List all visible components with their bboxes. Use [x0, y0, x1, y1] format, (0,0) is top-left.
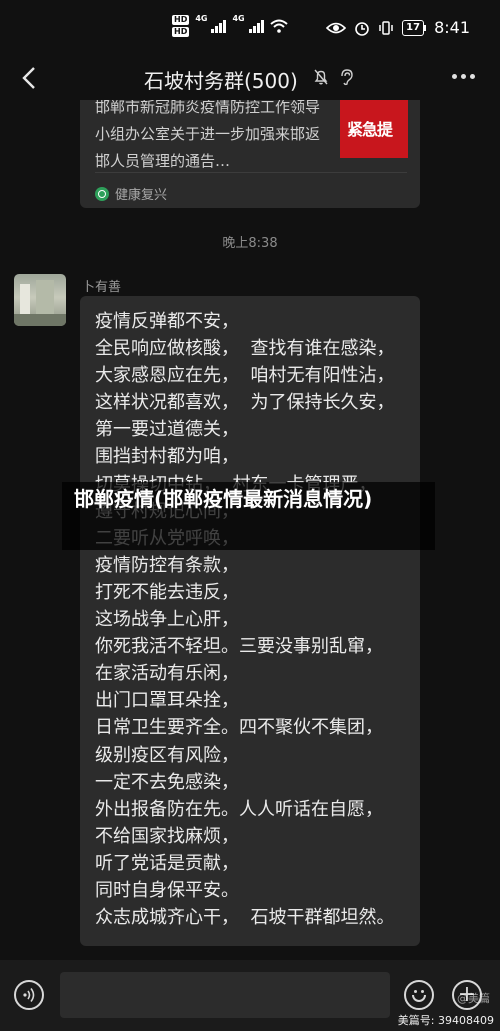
- card-divider: [95, 172, 407, 173]
- alarm-icon: [355, 21, 369, 36]
- eye-icon: [326, 22, 347, 33]
- emoji-icon[interactable]: [404, 980, 434, 1010]
- sender-name: 卜有善: [82, 280, 122, 295]
- message-line: 出门口罩耳朵拴，: [95, 690, 239, 712]
- source-name: 健康复兴: [115, 188, 168, 203]
- article-thumbnail: 紧急提: [340, 100, 408, 158]
- message-line: 同时自身保平安。: [95, 879, 239, 901]
- signal-icon: [211, 19, 227, 33]
- status-bar: HD HD 4G 4G 17 8:41: [0, 0, 500, 56]
- message-line: 这样状况都喜欢， 为了保持长久安，: [95, 392, 395, 414]
- thumbnail-text: 紧急提: [347, 120, 393, 139]
- message-line: 众志成城齐心干， 石坡干群都坦然。: [95, 907, 395, 929]
- article-source: 健康复兴: [95, 184, 167, 203]
- message-line: 第一要过道德关，: [95, 419, 239, 441]
- clock: 8:41: [434, 18, 470, 37]
- message-line: 在家活动有乐闲，: [95, 663, 239, 685]
- hd-badge-1: HD: [172, 15, 190, 25]
- hd-badges: HD HD: [172, 14, 190, 38]
- message-line: 日常卫生要齐全。四不聚伙不集团，: [95, 717, 383, 739]
- chevron-left-icon[interactable]: [14, 62, 46, 94]
- hd-badge-2: HD: [172, 27, 190, 37]
- watermark-brand: @美篇: [457, 992, 490, 1005]
- shared-article-text: 邯郸市新冠肺炎疫情防控工作领导小组办公室关于进一步加强来邯返邯人员管理的通告…: [95, 100, 321, 170]
- voice-icon[interactable]: [14, 980, 44, 1010]
- avatar[interactable]: [14, 274, 66, 326]
- message-timestamp: 晚上8:38: [222, 236, 278, 251]
- message-line: 全民响应做核酸， 查找有谁在感染，: [95, 338, 395, 360]
- ear-icon: [341, 69, 353, 86]
- message-line: 打死不能去违反，: [95, 581, 239, 603]
- message-line: 你死我活不轻坦。三要没事别乱窜，: [95, 636, 383, 658]
- message-line: 围挡封村都为咱，: [95, 446, 239, 468]
- message-line: 级别疫区有风险，: [95, 744, 239, 766]
- status-left: HD HD 4G 4G: [172, 14, 288, 38]
- battery-icon: 17: [402, 19, 425, 36]
- signal-label-2: 4G: [232, 14, 245, 23]
- message-line: 这场战争上心肝，: [95, 609, 239, 631]
- message-line: 不给国家找麻烦，: [95, 825, 239, 847]
- signal-label-1: 4G: [195, 14, 208, 23]
- message-bubble[interactable]: 疫情反弹都不安， 全民响应做核酸， 查找有谁在感染， 大家感恩应在先， 咱村无有阳性…: [80, 296, 420, 946]
- battery-level: 17: [406, 22, 421, 33]
- bell-off-icon: [314, 69, 328, 85]
- watermark-id: 美篇号: 39408409: [397, 1014, 494, 1027]
- message-input[interactable]: [60, 972, 390, 1018]
- message-line: 疫情反弹都不安，: [95, 311, 239, 332]
- message-line: 听了党话是贡献，: [95, 852, 239, 874]
- message-line: 一定不去免感染，: [95, 771, 239, 793]
- signal-icon-2: [248, 19, 264, 33]
- shared-article-card[interactable]: 邯郸市新冠肺炎疫情防控工作领导小组办公室关于进一步加强来邯返邯人员管理的通告… …: [80, 100, 420, 208]
- vibrate-icon: [379, 20, 393, 35]
- message-line: 外出报备防在先。人人听话在自愿，: [95, 798, 383, 820]
- overlay-title: 邯郸疫情(邯郸疫情最新消息情况): [74, 487, 373, 511]
- message-line: 大家感恩应在先， 咱村无有阳性沾，: [95, 365, 395, 387]
- message-line: 疫情防控有条款，: [95, 554, 239, 576]
- page-title: 石坡村务群(500): [144, 69, 298, 93]
- wifi-icon: [269, 19, 288, 33]
- message-text: 疫情反弹都不安， 全民响应做核酸， 查找有谁在感染， 大家感恩应在先， 咱村无有阳性…: [95, 308, 415, 931]
- battery-tip: [424, 24, 427, 31]
- input-bar: + @美篇 美篇号: 39408409: [0, 960, 500, 1031]
- more-dots-icon[interactable]: [452, 74, 475, 79]
- mini-program-icon: [95, 186, 109, 201]
- chat-header: 石坡村务群(500): [0, 56, 500, 100]
- article-title-overlay: 邯郸疫情(邯郸疫情最新消息情况): [62, 482, 435, 550]
- status-right: 17 8:41: [326, 18, 470, 37]
